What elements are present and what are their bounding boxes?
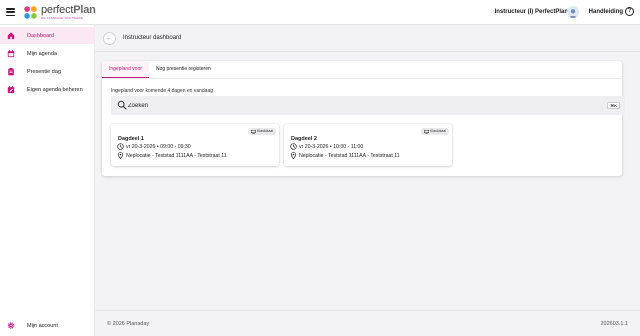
brand-suffix: Plan <box>73 4 96 16</box>
page-title: Instructeur dashboard <box>123 35 182 41</box>
logo-text: perfectPlan DE PLANNING SOFTWARE <box>41 5 96 20</box>
classroom-icon <box>250 129 256 134</box>
user-name[interactable]: Instructeur (I) PerfectPlan <box>495 9 568 15</box>
dashboard-card: Ingepland voor Nog presentie registeren … <box>102 61 625 176</box>
classroom-icon <box>423 129 429 134</box>
clock-icon <box>117 143 124 150</box>
map-pin-icon <box>117 152 124 159</box>
sidebar-item-label: Mijn agenda <box>27 50 57 57</box>
sidebar-item-eigen-agenda-beheren[interactable]: Eigen agenda beheren <box>0 81 95 98</box>
version-number: 202603.1.1 <box>600 321 628 327</box>
tab-nog-presentie-registeren[interactable]: Nog presentie registeren <box>150 61 217 78</box>
gear-icon <box>7 322 15 329</box>
logo-mark-icon <box>24 6 37 19</box>
clock-icon <box>290 143 297 150</box>
section-subtitle: Ingepland voor komende 4 dagen en vandaa… <box>111 88 214 94</box>
tab-ingepland-voor[interactable]: Ingepland voor <box>102 61 149 78</box>
item-datetime-text: vr 20-3-2026 • 10:00 - 11:00 <box>299 144 364 150</box>
hamburger-menu-icon[interactable] <box>6 8 15 17</box>
item-datetime-text: vr 20-3-2026 • 09:00 - 09:30 <box>126 144 191 150</box>
top-bar: perfectPlan DE PLANNING SOFTWARE Instruc… <box>0 0 640 25</box>
clipboard-icon <box>8 67 14 76</box>
avatar[interactable] <box>567 6 579 18</box>
sidebar-item-mijn-account[interactable]: Mijn account <box>0 317 95 334</box>
item-title: Dagdeel 1 <box>118 136 144 142</box>
schedule-item[interactable]: Klaslokaal Dagdeel 1 vr 20-3-2026 • 09:0… <box>111 124 279 166</box>
back-button[interactable]: ← <box>103 32 116 45</box>
badge-label: Klaslokaal <box>430 129 446 133</box>
logo-tagline: DE PLANNING SOFTWARE <box>41 16 84 20</box>
sidebar-item-mijn-agenda[interactable]: Mijn agenda <box>0 45 95 62</box>
avatar-icon <box>568 9 578 18</box>
footer: © 2026 Planaday 202603.1.1 <box>95 310 640 336</box>
location-type-badge: Klaslokaal <box>421 128 449 135</box>
sidebar-item-label: Dashboard <box>27 32 54 39</box>
arrow-left-icon: ← <box>106 35 113 42</box>
sidebar-item-label: Presentie dag <box>27 68 61 75</box>
sidebar-item-label: Eigen agenda beheren <box>27 86 83 93</box>
help-link[interactable]: Handleiding <box>589 9 623 15</box>
location-type-badge: Klaslokaal <box>248 128 276 135</box>
search-box[interactable]: ⌘K <box>111 96 625 115</box>
calendar-icon <box>7 50 15 58</box>
keyboard-shortcut-badge: ⌘K <box>607 102 620 109</box>
item-location-text: Neplocatie - Teststad 1111AA - Teststraa… <box>126 153 227 159</box>
search-icon <box>117 100 127 110</box>
sidebar-item-dashboard[interactable]: Dashboard <box>0 27 95 44</box>
copyright: © 2026 Planaday <box>107 321 150 327</box>
schedule-item[interactable]: Klaslokaal Dagdeel 2 vr 20-3-2026 • 10:0… <box>284 124 452 166</box>
badge-label: Klaslokaal <box>257 129 273 133</box>
calendar-edit-icon <box>7 86 15 94</box>
sidebar-item-label: Mijn account <box>27 322 58 329</box>
search-input[interactable] <box>128 101 568 111</box>
help-icon[interactable]: ? <box>625 7 634 16</box>
sidebar-item-presentie-dag[interactable]: Presentie dag <box>0 63 95 80</box>
item-location-text: Neplocatie - Teststad 1111AA - Teststraa… <box>299 153 400 159</box>
logo[interactable]: perfectPlan DE PLANNING SOFTWARE <box>22 3 96 22</box>
sidebar: Dashboard Mijn agenda Presentie dag Eige… <box>0 25 95 336</box>
page-header: ← Instructeur dashboard <box>95 25 640 52</box>
tab-divider <box>102 78 622 79</box>
brand-prefix: perfect <box>41 4 74 16</box>
item-title: Dagdeel 2 <box>291 136 317 142</box>
home-icon <box>7 32 15 40</box>
map-pin-icon <box>290 152 297 159</box>
